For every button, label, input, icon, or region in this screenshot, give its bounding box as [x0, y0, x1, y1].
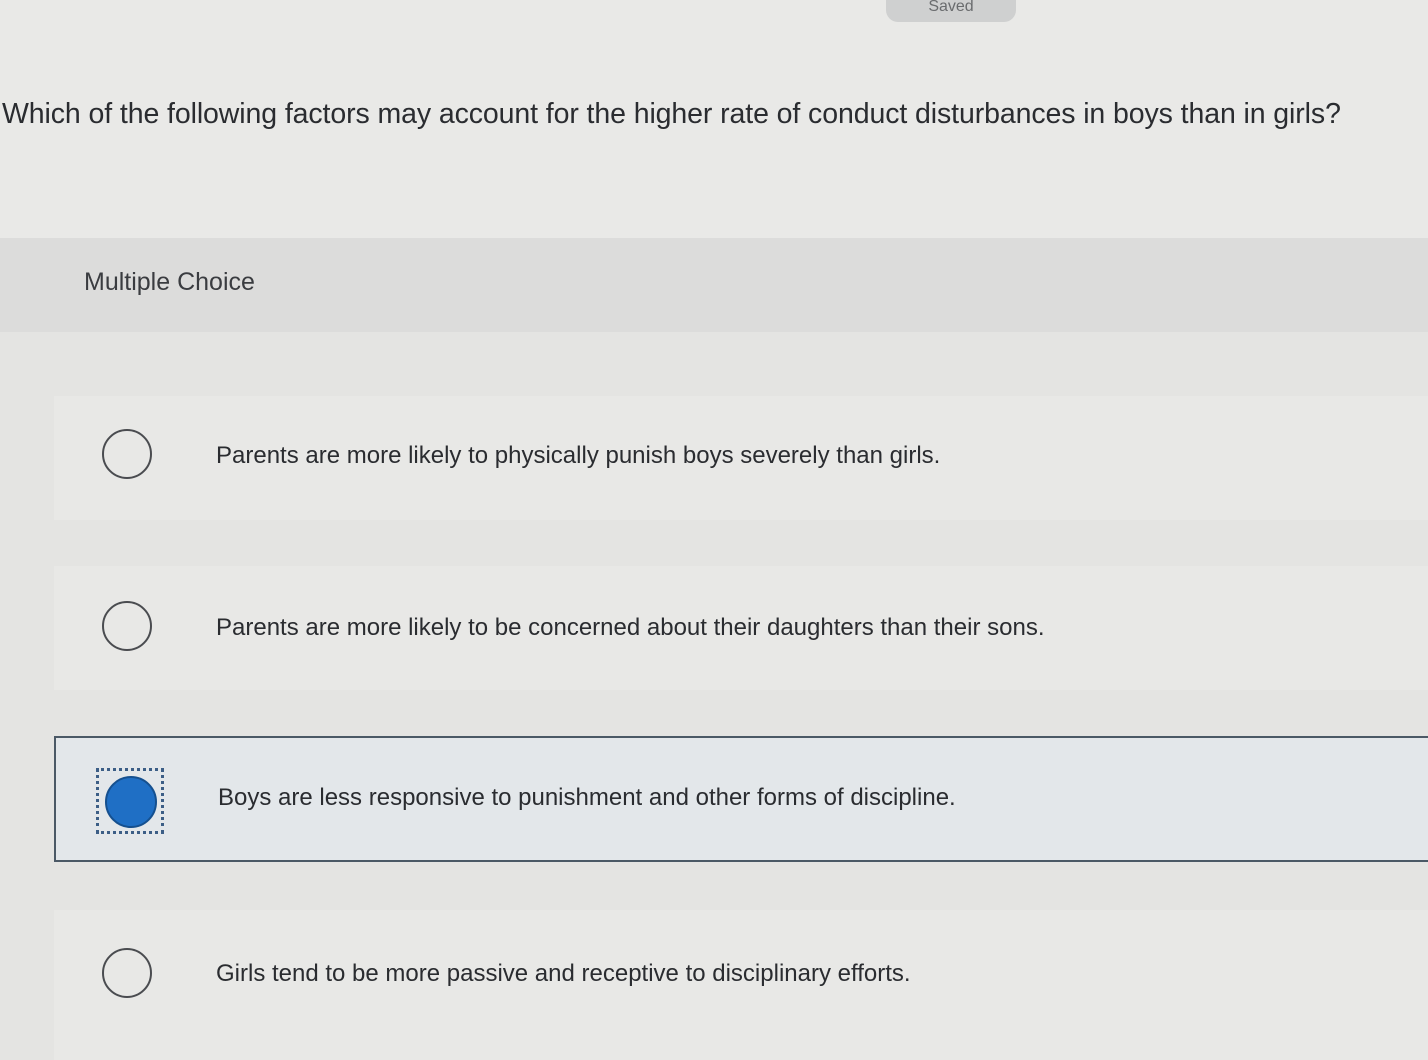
radio-button-selected[interactable]: [96, 768, 164, 834]
selected-dot-icon: [105, 776, 157, 828]
choice-option-1[interactable]: Parents are more likely to physically pu…: [54, 396, 1428, 520]
choice-list: Parents are more likely to physically pu…: [0, 332, 1428, 1060]
top-bar: Saved: [0, 0, 1428, 39]
choice-label: Parents are more likely to be concerned …: [216, 614, 1045, 641]
radio-button-unselected[interactable]: [102, 948, 152, 998]
choice-label: Parents are more likely to physically pu…: [216, 442, 941, 469]
choice-label: Girls tend to be more passive and recept…: [216, 960, 911, 987]
question-area: [0, 38, 1428, 238]
question-text: Which of the following factors may accou…: [2, 98, 1341, 130]
multiple-choice-label: Multiple Choice: [84, 268, 255, 296]
radio-button-unselected[interactable]: [102, 601, 152, 651]
choice-option-4[interactable]: Girls tend to be more passive and recept…: [54, 910, 1428, 1060]
choice-label: Boys are less responsive to punishment a…: [218, 784, 956, 811]
saved-status-badge: Saved: [886, 0, 1016, 22]
choice-option-2[interactable]: Parents are more likely to be concerned …: [54, 566, 1428, 690]
radio-button-unselected[interactable]: [102, 429, 152, 479]
choice-option-3[interactable]: Boys are less responsive to punishment a…: [54, 736, 1428, 862]
